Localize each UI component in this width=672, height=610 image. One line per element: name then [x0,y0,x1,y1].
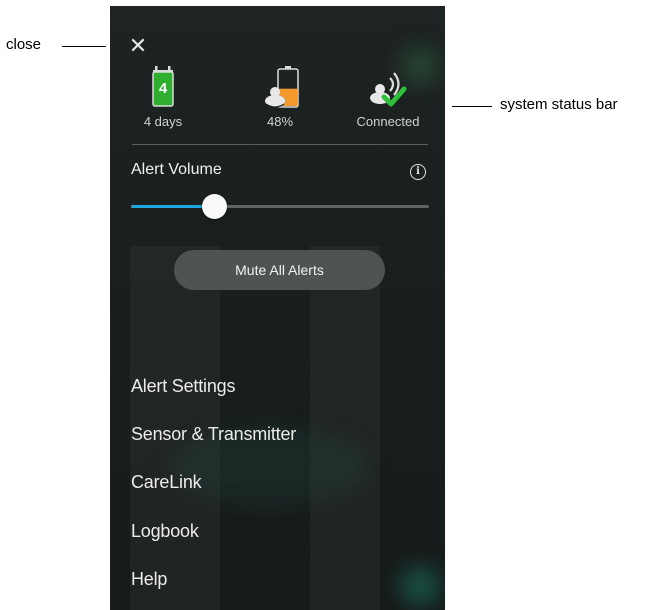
system-status-bar: 4 4 days 48% Connected [110,64,445,134]
background-glow [400,566,440,606]
connection-status[interactable]: Connected [338,64,438,129]
menu-item-alert-settings[interactable]: Alert Settings [131,376,235,397]
sensor-days-label: 4 days [143,114,183,129]
status-bar-annotation-label: system status bar [500,96,618,113]
menu-item-logbook[interactable]: Logbook [131,521,199,542]
close-annotation-line [62,46,106,47]
alert-volume-slider[interactable] [131,194,429,219]
battery-percent-label: 48% [266,114,294,129]
alert-volume-thumb[interactable] [202,194,228,219]
transmitter-battery-icon [265,66,299,108]
status-divider [132,144,428,145]
status-bar-annotation-line [452,106,492,107]
sensor-life-status[interactable]: 4 4 days [113,64,213,129]
connection-label: Connected [356,114,420,129]
alert-volume-title: Alert Volume [131,161,222,178]
close-annotation-label: close [6,36,42,53]
close-icon: ✕ [128,33,148,58]
background-column [310,246,380,610]
menu-item-help[interactable]: Help [131,569,167,590]
menu-item-sensor-transmitter[interactable]: Sensor & Transmitter [131,424,296,445]
close-button[interactable]: ✕ [128,33,148,58]
menu-panel: ✕ 4 4 days 48% Connected Alert Volume i … [110,6,445,610]
sensor-days-number: 4 [158,80,168,97]
transmitter-battery-status[interactable]: 48% [230,64,330,129]
menu-item-carelink[interactable]: CareLink [131,472,202,493]
connection-icon [370,72,407,107]
info-icon[interactable]: i [410,164,426,180]
mute-all-alerts-button[interactable]: Mute All Alerts [174,250,385,290]
